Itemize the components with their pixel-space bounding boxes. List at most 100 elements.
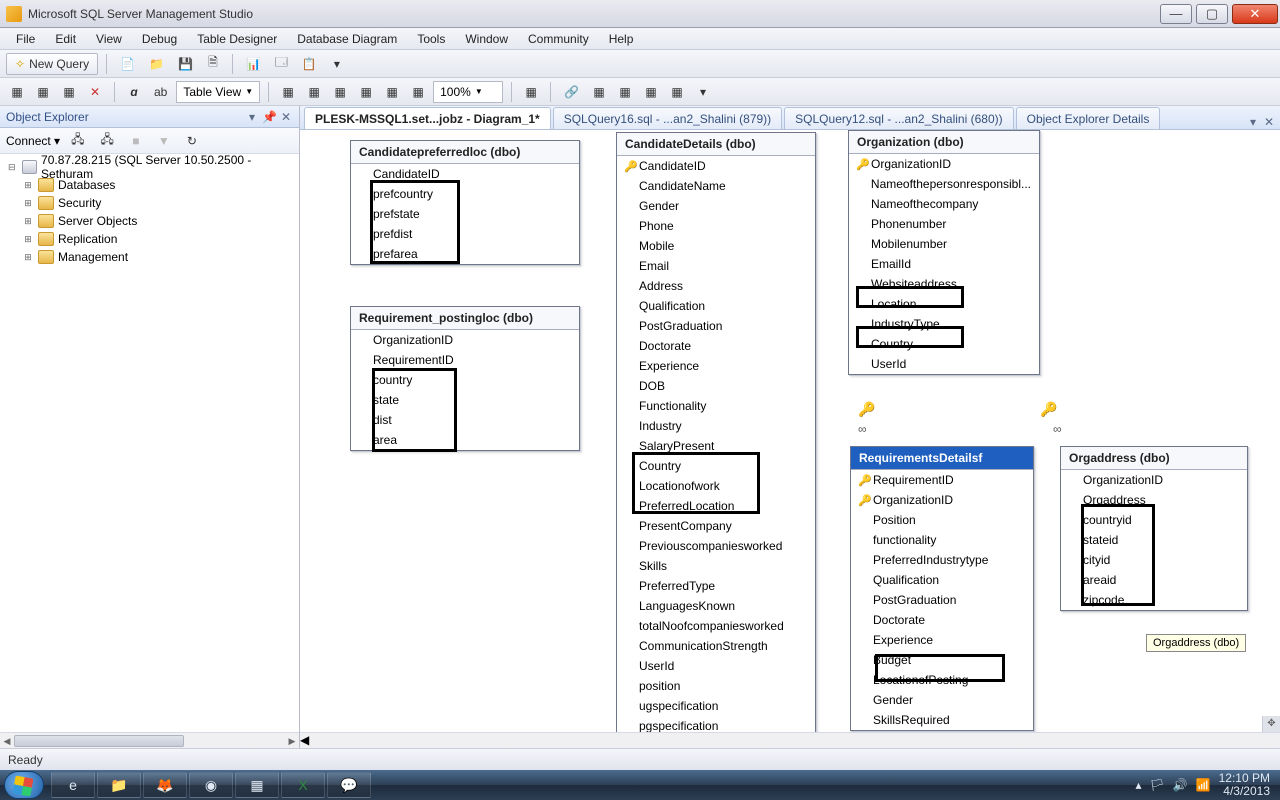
activity-monitor-icon[interactable]: 📊 [241,53,266,75]
menu-table-designer[interactable]: Table Designer [187,30,287,48]
tab-diagram[interactable]: PLESK-MSSQL1.set...jobz - Diagram_1* [304,107,551,129]
tree-replication[interactable]: ⊞Replication [2,230,297,248]
table-column[interactable]: Email [617,256,815,276]
start-button[interactable] [4,771,44,799]
table-column[interactable]: RequirementID [351,350,579,370]
relationship-icon[interactable]: 🔗 [559,81,584,103]
table-column[interactable]: Qualification [617,296,815,316]
add-table-icon[interactable]: ▦ [58,81,80,103]
table-column[interactable]: prefdist [351,224,579,244]
table-column[interactable]: IndustryType [849,314,1039,334]
table-column[interactable]: dist [351,410,579,430]
taskbar-ie-icon[interactable]: e [51,772,95,798]
scroll-right-icon[interactable]: ▶ [285,733,299,749]
registered-servers-icon[interactable]: 🗔 [270,53,293,75]
table-column[interactable]: prefcountry [351,184,579,204]
menu-debug[interactable]: Debug [132,30,187,48]
dropdown-icon[interactable]: ▾ [692,81,714,103]
table-column[interactable]: Address [617,276,815,296]
expand-icon[interactable]: ⊞ [22,252,34,263]
menu-file[interactable]: File [6,30,45,48]
table-column[interactable]: Country [617,456,815,476]
maximize-button[interactable]: ▢ [1196,4,1228,24]
table-column[interactable]: 🔑RequirementID [851,470,1033,490]
table-header[interactable]: Organization (dbo) [849,131,1039,154]
table-column[interactable]: zipcode [1061,590,1247,610]
stop-icon[interactable]: ■ [125,130,147,152]
active-files-dropdown-icon[interactable]: ▾ [1246,115,1260,129]
menu-database-diagram[interactable]: Database Diagram [287,30,407,48]
relationships-icon[interactable]: ɑ [123,81,145,103]
menu-view[interactable]: View [86,30,132,48]
tree-server-node[interactable]: ⊟ 70.87.28.215 (SQL Server 10.50.2500 - … [2,158,297,176]
table-column[interactable]: Previouscompaniesworked [617,536,815,556]
taskbar-gtalk-icon[interactable]: 💬 [327,772,371,798]
menu-tools[interactable]: Tools [407,30,455,48]
table-column[interactable]: PreferredType [617,576,815,596]
table-requirementsdetails[interactable]: RequirementsDetailsf 🔑RequirementID🔑Orga… [850,446,1034,731]
zoom-dropdown[interactable]: 100% ▼ [433,81,503,103]
table-column[interactable]: Position [851,510,1033,530]
tree-server-objects[interactable]: ⊞Server Objects [2,212,297,230]
table-column[interactable]: cityid [1061,550,1247,570]
table-header[interactable]: Candidatepreferredloc (dbo) [351,141,579,164]
taskbar-chrome-icon[interactable]: ◉ [189,772,233,798]
arrange-tables-icon[interactable]: ▦ [407,81,429,103]
manage-constraints-icon[interactable]: ▦ [640,81,662,103]
connect-dropdown[interactable]: Connect ▾ [6,134,60,148]
table-column[interactable]: UserId [849,354,1039,374]
expand-icon[interactable]: ⊞ [22,234,34,245]
table-column[interactable]: PreferredIndustrytype [851,550,1033,570]
canvas-hscrollbar[interactable]: ◀ ▶ [300,732,1280,748]
table-column[interactable]: PostGraduation [851,590,1033,610]
table-column[interactable]: functionality [851,530,1033,550]
table-column[interactable]: Phonenumber [849,214,1039,234]
table-view-dropdown[interactable]: Table View ▼ [176,81,260,103]
table-column[interactable]: OrganizationID [351,330,579,350]
table-column[interactable]: Nameofthecompany [849,194,1039,214]
table-candidatepreferredloc[interactable]: Candidatepreferredloc (dbo) CandidateID … [350,140,580,265]
table-column[interactable]: CommunicationStrength [617,636,815,656]
collapse-icon[interactable]: ⊟ [6,162,18,173]
taskbar-firefox-icon[interactable]: 🦊 [143,772,187,798]
filter-icon[interactable]: ▼ [153,130,175,152]
scroll-left-icon[interactable]: ◀ [0,733,14,749]
table-header[interactable]: Requirement_postingloc (dbo) [351,307,579,330]
table-column[interactable]: 🔑OrganizationID [849,154,1039,174]
new-text-icon[interactable]: ▦ [520,81,542,103]
save-all-icon[interactable]: 🗎 [202,53,224,75]
pan-gripper-icon[interactable]: ✥ [1262,716,1280,732]
table-column[interactable]: Phone [617,216,815,236]
minimize-button[interactable]: — [1160,4,1192,24]
table-column[interactable]: Skills [617,556,815,576]
menu-edit[interactable]: Edit [45,30,86,48]
table-column[interactable]: LanguagesKnown [617,596,815,616]
table-column[interactable]: pgspecification [617,716,815,732]
table-column[interactable]: position [617,676,815,696]
connect-server-icon[interactable]: 🖧 [66,130,89,152]
menu-window[interactable]: Window [455,30,518,48]
volume-icon[interactable]: 🔊 [1173,778,1188,792]
table-column[interactable]: area [351,430,579,450]
table-column[interactable]: DOB [617,376,815,396]
taskbar-excel-icon[interactable]: X [281,772,325,798]
table-column[interactable]: 🔑CandidateID [617,156,815,176]
new-query-button[interactable]: ✧ New Query [6,53,98,75]
disconnect-icon[interactable]: 🖧 [95,130,118,152]
new-project-icon[interactable]: 📄 [115,53,140,75]
table-column[interactable]: countryid [1061,510,1247,530]
dropdown-icon[interactable]: ▾ [245,110,259,124]
add-related-icon[interactable]: ✕ [84,81,106,103]
show-relationship-labels-icon[interactable]: ▦ [277,81,299,103]
close-button[interactable]: ✕ [1232,4,1278,24]
table-column[interactable]: Doctorate [617,336,815,356]
recalculate-icon[interactable]: ▦ [329,81,351,103]
arrange-selection-icon[interactable]: ▦ [381,81,403,103]
table-column[interactable]: PresentCompany [617,516,815,536]
table-column[interactable]: Experience [617,356,815,376]
table-column[interactable]: OrganizationID [1061,470,1247,490]
table-column[interactable]: Industry [617,416,815,436]
view-page-breaks-icon[interactable]: ▦ [303,81,325,103]
table-column[interactable]: Websiteaddress [849,274,1039,294]
template-explorer-icon[interactable]: ▾ [326,53,348,75]
